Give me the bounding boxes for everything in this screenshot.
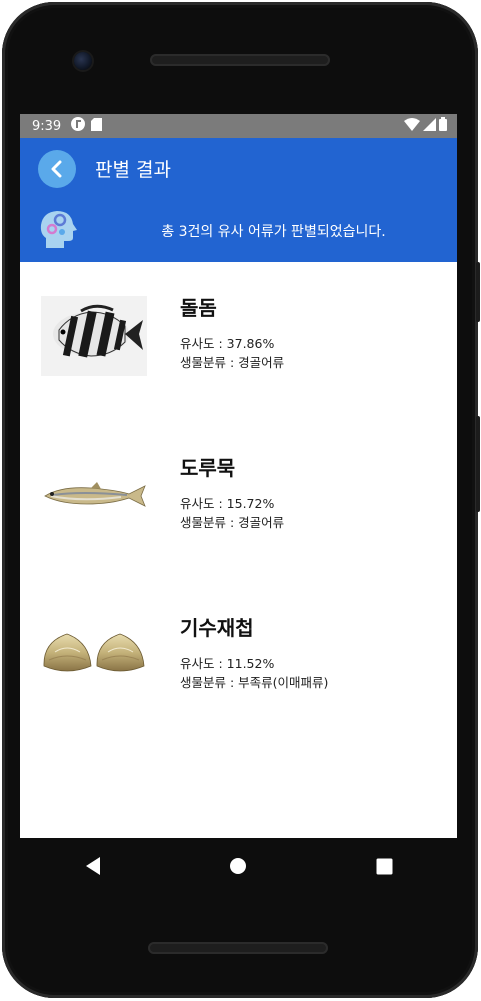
classification-text: 생물분류 : 경골어류 (180, 515, 285, 530)
result-summary-text: 총 3건의 유사 어류가 판별되었습니다. (161, 224, 386, 240)
status-time: 9:39 (32, 118, 62, 134)
bottom-speaker (148, 942, 328, 954)
result-summary-banner: 총 3건의 유사 어류가 판별되었습니다. (20, 199, 457, 262)
volume-button (476, 416, 480, 512)
nav-back-button[interactable] (73, 846, 113, 886)
back-button[interactable] (38, 149, 76, 188)
system-nav-bar (20, 838, 457, 894)
classification-text: 생물분류 : 부족류(이매패류) (180, 675, 329, 690)
classification-text: 생물분류 : 경골어류 (180, 355, 285, 370)
list-item[interactable]: 도루묵 유사도 : 15.72% 생물분류 : 경골어류 (20, 444, 457, 564)
striped-fish-image (41, 296, 147, 376)
clam-shells-image (41, 630, 147, 676)
fish-name: 도루묵 (180, 456, 236, 480)
sd-card-icon (91, 117, 103, 135)
list-item[interactable]: 돌돔 유사도 : 37.86% 생물분류 : 경골어류 (20, 284, 457, 404)
power-button (476, 262, 480, 322)
list-item[interactable]: 기수재첩 유사도 : 11.52% 생물분류 : 부족류(이매패류) (20, 604, 457, 724)
triangle-back-icon (85, 857, 100, 875)
app-bar: 판별 결과 (20, 138, 457, 199)
status-right-icons (404, 117, 447, 135)
app-screen: 9:39 판별 결과 총 3건의 유사 어류가 판별되었습니다. 돌돔 유사도 … (20, 114, 457, 838)
nav-home-button[interactable] (218, 846, 258, 886)
nav-recents-button[interactable] (364, 846, 404, 886)
page-title: 판별 결과 (95, 159, 171, 181)
similarity-text: 유사도 : 11.52% (180, 656, 275, 671)
battery-icon (439, 117, 447, 135)
circle-home-icon (230, 858, 247, 874)
slender-fish-image (41, 478, 147, 512)
similarity-text: 유사도 : 37.86% (180, 336, 275, 351)
chevron-left-icon (51, 160, 62, 177)
fish-name: 기수재첩 (180, 616, 254, 640)
status-bar: 9:39 (20, 114, 457, 138)
wifi-icon (404, 117, 420, 135)
square-recents-icon (376, 858, 393, 874)
top-speaker (150, 54, 330, 66)
fish-name: 돌돔 (180, 296, 217, 320)
similarity-text: 유사도 : 15.72% (180, 496, 275, 511)
app-notification-icon (71, 117, 86, 135)
signal-icon (423, 117, 436, 135)
front-camera (74, 52, 92, 70)
